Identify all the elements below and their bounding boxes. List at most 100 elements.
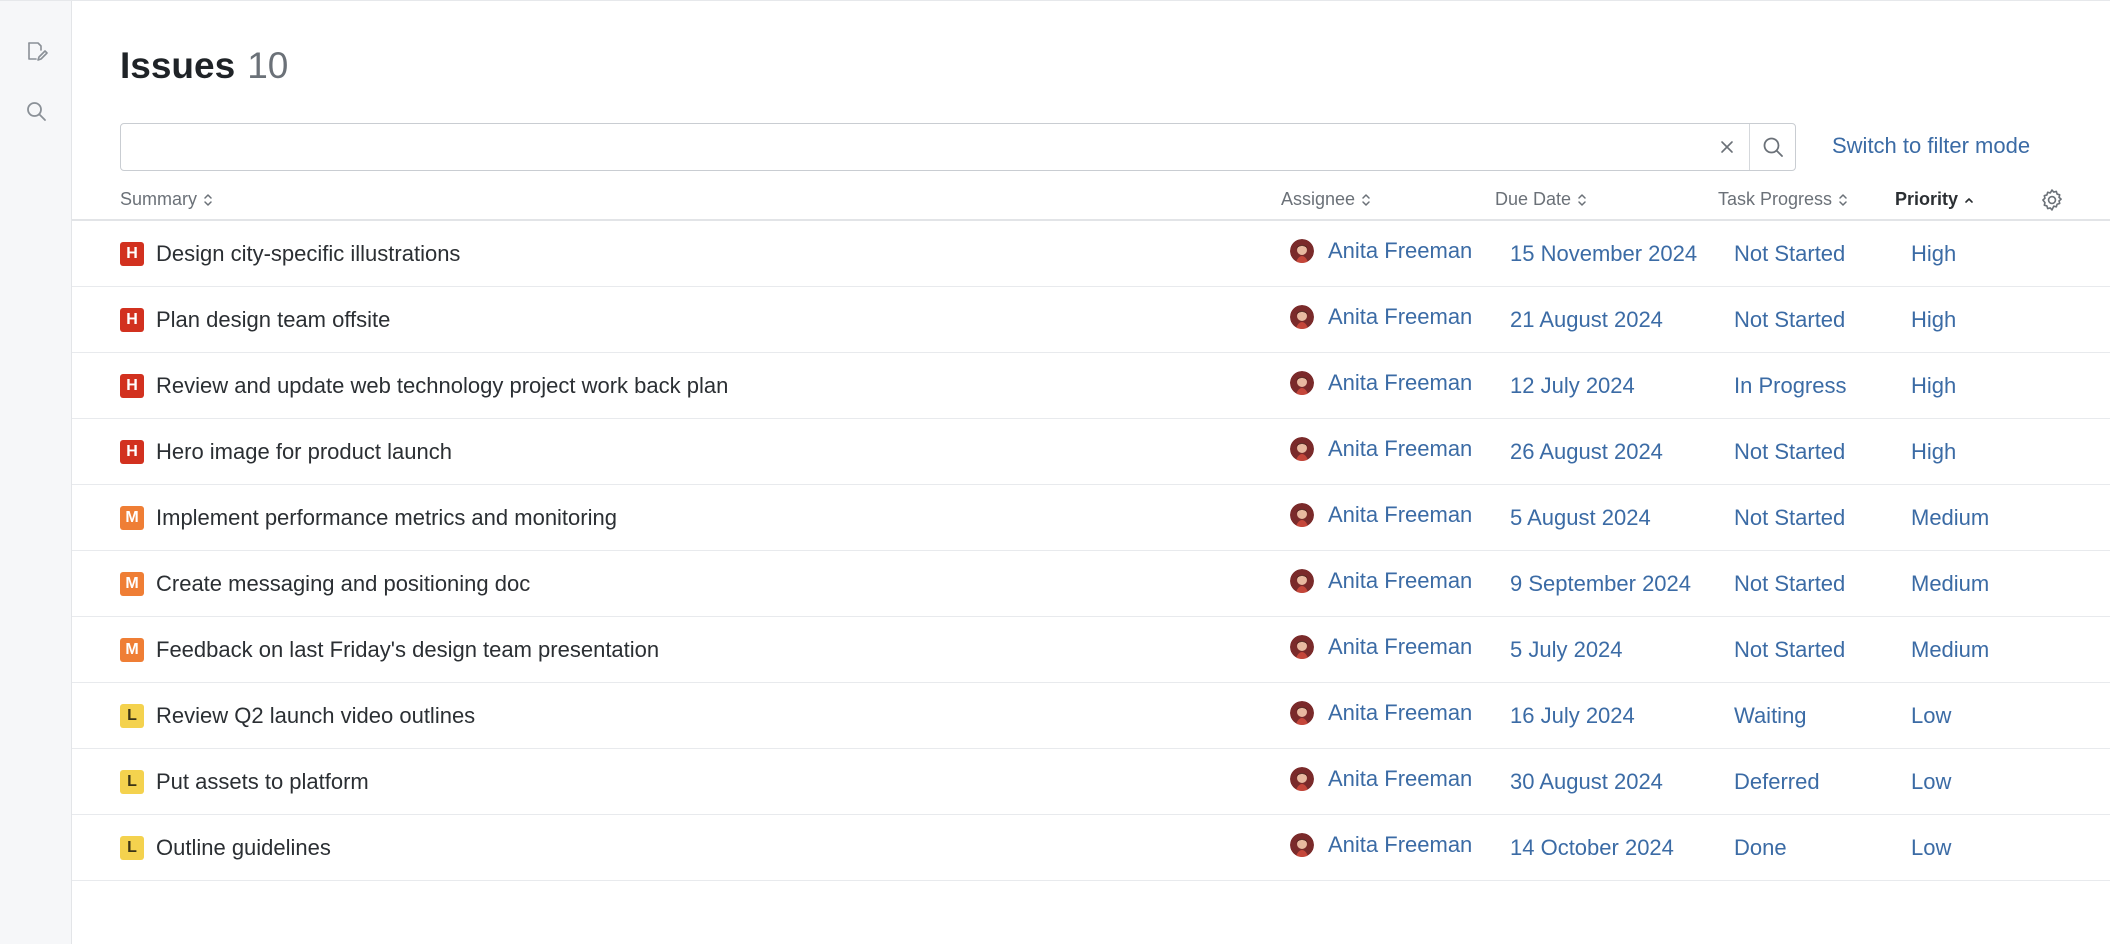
assignee-cell[interactable]: Anita Freeman	[1290, 482, 1472, 548]
assignee-name[interactable]: Anita Freeman	[1328, 370, 1472, 396]
assignee-cell[interactable]: Anita Freeman	[1290, 284, 1472, 350]
assignee-cell[interactable]: Anita Freeman	[1290, 746, 1472, 812]
table-row[interactable]: M Implement performance metrics and moni…	[72, 485, 2110, 551]
assignee-name[interactable]: Anita Freeman	[1328, 502, 1472, 528]
priority-cell[interactable]: Medium	[1911, 551, 1989, 617]
issue-summary[interactable]: Put assets to platform	[156, 769, 369, 795]
issue-summary[interactable]: Feedback on last Friday's design team pr…	[156, 637, 659, 663]
priority-badge: H	[120, 242, 144, 266]
assignee-name[interactable]: Anita Freeman	[1328, 304, 1472, 330]
column-settings-button[interactable]	[2039, 187, 2065, 213]
summary-cell[interactable]: L Outline guidelines	[120, 815, 331, 881]
summary-cell[interactable]: M Feedback on last Friday's design team …	[120, 617, 659, 683]
task-progress-cell[interactable]: Not Started	[1734, 551, 1845, 617]
priority-cell[interactable]: Low	[1911, 815, 1951, 881]
assignee-cell[interactable]: Anita Freeman	[1290, 614, 1472, 680]
assignee-name[interactable]: Anita Freeman	[1328, 634, 1472, 660]
due-date-cell[interactable]: 16 July 2024	[1510, 683, 1635, 749]
assignee-name[interactable]: Anita Freeman	[1328, 832, 1472, 858]
column-header-assignee[interactable]: Assignee	[1281, 189, 1371, 210]
priority-cell[interactable]: Medium	[1911, 617, 1989, 683]
priority-cell[interactable]: High	[1911, 419, 1956, 485]
table-row[interactable]: M Feedback on last Friday's design team …	[72, 617, 2110, 683]
priority-cell[interactable]: Low	[1911, 749, 1951, 815]
summary-cell[interactable]: M Implement performance metrics and moni…	[120, 485, 617, 551]
issue-summary[interactable]: Create messaging and positioning doc	[156, 571, 530, 597]
avatar	[1290, 437, 1314, 461]
assignee-cell[interactable]: Anita Freeman	[1290, 680, 1472, 746]
table-row[interactable]: M Create messaging and positioning doc A…	[72, 551, 2110, 617]
issues-table: Summary Assignee Due Date Task Progress …	[72, 183, 2110, 881]
edit-icon[interactable]	[22, 37, 50, 65]
assignee-name[interactable]: Anita Freeman	[1328, 238, 1472, 264]
table-row[interactable]: H Hero image for product launch Anita Fr…	[72, 419, 2110, 485]
issue-summary[interactable]: Hero image for product launch	[156, 439, 452, 465]
search-icon[interactable]	[22, 97, 50, 125]
task-progress-cell[interactable]: Not Started	[1734, 617, 1845, 683]
summary-cell[interactable]: H Plan design team offsite	[120, 287, 390, 353]
assignee-cell[interactable]: Anita Freeman	[1290, 218, 1472, 284]
switch-filter-mode-link[interactable]: Switch to filter mode	[1832, 133, 2030, 159]
table-row[interactable]: H Review and update web technology proje…	[72, 353, 2110, 419]
column-header-priority[interactable]: Priority	[1895, 189, 1974, 210]
task-progress-cell[interactable]: Not Started	[1734, 221, 1845, 287]
assignee-cell[interactable]: Anita Freeman	[1290, 350, 1472, 416]
priority-cell[interactable]: Low	[1911, 683, 1951, 749]
summary-cell[interactable]: M Create messaging and positioning doc	[120, 551, 530, 617]
assignee-cell[interactable]: Anita Freeman	[1290, 416, 1472, 482]
summary-cell[interactable]: H Hero image for product launch	[120, 419, 452, 485]
due-date-cell[interactable]: 30 August 2024	[1510, 749, 1663, 815]
task-progress-cell[interactable]: Not Started	[1734, 485, 1845, 551]
issue-count: 10	[247, 45, 289, 86]
column-header-summary[interactable]: Summary	[120, 189, 213, 210]
priority-badge: L	[120, 836, 144, 860]
assignee-cell[interactable]: Anita Freeman	[1290, 812, 1472, 878]
task-progress-cell[interactable]: Not Started	[1734, 287, 1845, 353]
issue-summary[interactable]: Plan design team offsite	[156, 307, 390, 333]
issue-summary[interactable]: Review and update web technology project…	[156, 373, 728, 399]
column-header-due-date[interactable]: Due Date	[1495, 189, 1587, 210]
assignee-name[interactable]: Anita Freeman	[1328, 436, 1472, 462]
assignee-name[interactable]: Anita Freeman	[1328, 568, 1472, 594]
due-date-cell[interactable]: 12 July 2024	[1510, 353, 1635, 419]
due-date-cell[interactable]: 9 September 2024	[1510, 551, 1691, 617]
table-row[interactable]: L Outline guidelines Anita Freeman 14 Oc…	[72, 815, 2110, 881]
priority-cell[interactable]: High	[1911, 353, 1956, 419]
summary-cell[interactable]: L Review Q2 launch video outlines	[120, 683, 475, 749]
issue-summary[interactable]: Review Q2 launch video outlines	[156, 703, 475, 729]
priority-cell[interactable]: High	[1911, 287, 1956, 353]
search-input[interactable]	[121, 124, 1701, 170]
due-date-cell[interactable]: 14 October 2024	[1510, 815, 1674, 881]
assignee-cell[interactable]: Anita Freeman	[1290, 548, 1472, 614]
table-row[interactable]: H Plan design team offsite Anita Freeman…	[72, 287, 2110, 353]
priority-cell[interactable]: Medium	[1911, 485, 1989, 551]
due-date-cell[interactable]: 15 November 2024	[1510, 221, 1697, 287]
due-date-cell[interactable]: 5 August 2024	[1510, 485, 1651, 551]
task-progress-cell[interactable]: Done	[1734, 815, 1787, 881]
assignee-name[interactable]: Anita Freeman	[1328, 766, 1472, 792]
table-row[interactable]: H Design city-specific illustrations Ani…	[72, 221, 2110, 287]
issue-summary[interactable]: Design city-specific illustrations	[156, 241, 460, 267]
priority-badge: L	[120, 770, 144, 794]
task-progress-cell[interactable]: Deferred	[1734, 749, 1820, 815]
table-row[interactable]: L Put assets to platform Anita Freeman 3…	[72, 749, 2110, 815]
due-date-cell[interactable]: 21 August 2024	[1510, 287, 1663, 353]
clear-search-button[interactable]	[1707, 124, 1747, 170]
task-progress-cell[interactable]: Waiting	[1734, 683, 1807, 749]
avatar	[1290, 239, 1314, 263]
issue-summary[interactable]: Outline guidelines	[156, 835, 331, 861]
search-button[interactable]	[1749, 124, 1796, 170]
summary-cell[interactable]: L Put assets to platform	[120, 749, 369, 815]
priority-cell[interactable]: High	[1911, 221, 1956, 287]
due-date-cell[interactable]: 5 July 2024	[1510, 617, 1623, 683]
summary-cell[interactable]: H Review and update web technology proje…	[120, 353, 728, 419]
table-row[interactable]: L Review Q2 launch video outlines Anita …	[72, 683, 2110, 749]
task-progress-cell[interactable]: Not Started	[1734, 419, 1845, 485]
task-progress-cell[interactable]: In Progress	[1734, 353, 1847, 419]
assignee-name[interactable]: Anita Freeman	[1328, 700, 1472, 726]
issue-summary[interactable]: Implement performance metrics and monito…	[156, 505, 617, 531]
summary-cell[interactable]: H Design city-specific illustrations	[120, 221, 460, 287]
column-header-task-progress[interactable]: Task Progress	[1718, 189, 1848, 210]
avatar	[1290, 371, 1314, 395]
due-date-cell[interactable]: 26 August 2024	[1510, 419, 1663, 485]
